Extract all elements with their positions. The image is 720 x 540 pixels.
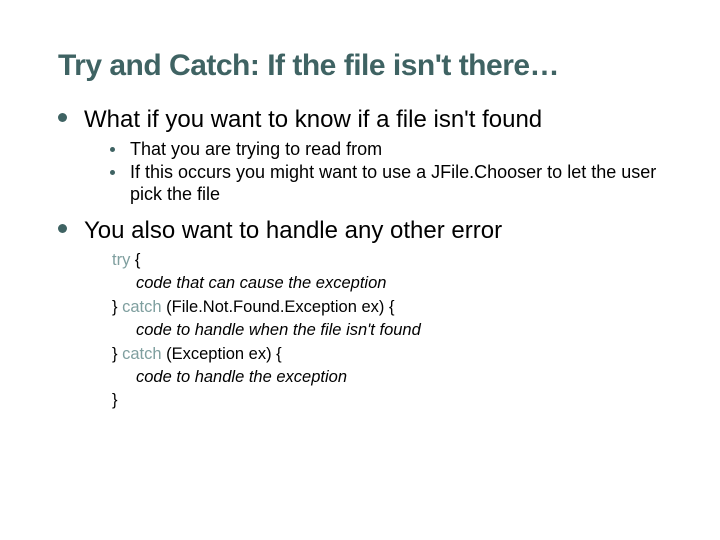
code-line: } catch (Exception ex) {: [112, 343, 662, 366]
bullet-text: What if you want to know if a file isn't…: [84, 106, 542, 133]
sub-bullet-item: If this occurs you might want to use a J…: [110, 161, 662, 206]
slide-title: Try and Catch: If the file isn't there…: [58, 48, 662, 83]
code-line: }: [112, 389, 662, 412]
code-text: }: [112, 298, 122, 316]
code-line: code that can cause the exception: [112, 272, 662, 295]
sub-bullet-item: That you are trying to read from: [110, 138, 662, 161]
bullet-icon: [58, 113, 67, 122]
code-text: (Exception ex) {: [162, 345, 282, 363]
bullet-icon: [58, 224, 67, 233]
slide: Try and Catch: If the file isn't there… …: [0, 0, 720, 540]
code-line: code to handle when the file isn't found: [112, 319, 662, 342]
code-line: code to handle the exception: [112, 366, 662, 389]
bullet-icon: [110, 170, 115, 175]
code-block: try { code that can cause the exception …: [112, 249, 662, 413]
bullet-text: You also want to handle any other error: [84, 217, 502, 244]
bullet-list: What if you want to know if a file isn't…: [58, 105, 662, 412]
keyword-catch: catch: [122, 345, 161, 363]
bullet-item: What if you want to know if a file isn't…: [58, 105, 662, 206]
code-text: (File.Not.Found.Exception ex) {: [162, 298, 395, 316]
bullet-item: You also want to handle any other error …: [58, 216, 662, 413]
sub-bullet-text: That you are trying to read from: [130, 139, 382, 159]
keyword-try: try: [112, 251, 130, 269]
code-text: }: [112, 345, 122, 363]
sub-bullet-list: That you are trying to read from If this…: [84, 138, 662, 206]
bullet-icon: [110, 147, 115, 152]
sub-bullet-text: If this occurs you might want to use a J…: [130, 162, 656, 205]
keyword-catch: catch: [122, 298, 161, 316]
code-text: {: [130, 251, 140, 269]
code-line: } catch (File.Not.Found.Exception ex) {: [112, 296, 662, 319]
code-line: try {: [112, 249, 662, 272]
